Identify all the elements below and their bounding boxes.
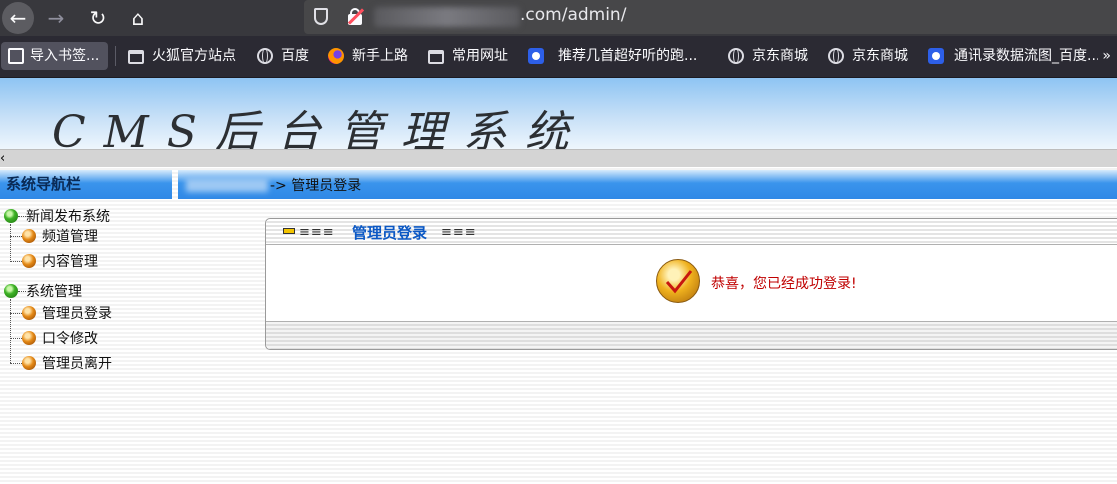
bookmark-label: 常用网址 [452,48,508,64]
banner: CMS后台管理系统 [0,78,1117,158]
tree-item-logout[interactable]: 管理员离开 [10,353,112,375]
redacted-breadcrumb [186,178,268,192]
forward-arrow-icon[interactable]: → [40,2,72,34]
url-text[interactable]: .com/admin/ [520,5,626,25]
page-content: CMS后台管理系统 ‹ 系统导航栏 -> 管理员登录 新闻发布系统 频道管理 内… [0,78,1117,484]
scroll-left-icon[interactable]: ‹ [0,151,10,166]
breadcrumb-current: 管理员登录 [291,178,362,194]
firefox-icon [328,48,344,64]
bookmark-item[interactable]: 推荐几首超好听的跑... [528,42,697,70]
address-bar[interactable]: .com/admin/ [304,0,1117,34]
import-icon [8,48,24,64]
bookmark-import[interactable]: 导入书签... [1,42,108,70]
separator [115,46,116,66]
bookmark-item[interactable]: 百度 [257,42,309,70]
globe-icon [257,48,273,64]
tree-item-password[interactable]: 口令修改 [10,328,98,350]
horizontal-scrollbar[interactable]: ‹ [0,149,1117,167]
tree-item-label: 频道管理 [42,229,98,245]
tree-item-admin-login[interactable]: 管理员登录 [10,303,112,325]
tree-item-label: 内容管理 [42,254,98,270]
bookmark-label: 京东商城 [852,48,908,64]
reload-icon[interactable]: ↻ [82,2,114,34]
orange-node-icon [22,331,36,345]
breadcrumb: -> 管理员登录 [178,170,1117,199]
panel-decor-right: ≡≡≡ [441,225,477,240]
orange-node-icon [22,306,36,320]
bookmark-label: 导入书签... [30,48,100,64]
bookmark-label: 推荐几首超好听的跑... [558,48,698,64]
success-message: 恭喜，您已经成功登录! [711,276,857,292]
bookmark-label: 火狐官方站点 [152,48,236,64]
back-arrow-icon[interactable]: ← [2,2,34,34]
bookmark-label: 通讯录数据流图_百度... [954,48,1098,64]
folder-icon [428,50,444,64]
orange-node-icon [22,229,36,243]
globe-icon [728,48,744,64]
bookmark-item[interactable]: 新手上路 [328,42,408,70]
tree-item-channel[interactable]: 频道管理 [10,226,98,248]
folder-icon [128,50,144,64]
breadcrumb-arrow: -> [270,178,287,194]
baidu-icon [928,48,944,64]
bookmark-item[interactable]: 京东商城 [828,42,908,70]
bookmark-item[interactable]: 通讯录数据流图_百度... [928,42,1098,70]
bookmark-label: 京东商城 [752,48,808,64]
panel-marker-icon [283,228,295,234]
breadcrumb-text: -> 管理员登录 [270,175,361,195]
insecure-lock-icon[interactable] [347,8,365,25]
tracking-shield-icon[interactable] [314,8,328,25]
bookmark-item[interactable]: 常用网址 [428,42,508,70]
globe-icon [828,48,844,64]
panel-header: ≡≡≡ 管理员登录 ≡≡≡ [266,219,1117,245]
redacted-host [374,7,520,27]
home-icon[interactable]: ⌂ [122,2,154,34]
bookmark-item[interactable]: 京东商城 [728,42,808,70]
more-bookmarks-icon[interactable]: » [1102,48,1111,64]
bookmark-label: 百度 [281,48,309,64]
tree-item-label: 管理员登录 [42,306,112,322]
success-check-icon [656,259,700,303]
baidu-icon [528,48,544,64]
nav-header: 系统导航栏 [0,170,172,199]
bookmark-item[interactable]: 火狐官方站点 [128,42,236,70]
tree-item-content[interactable]: 内容管理 [10,251,98,273]
green-node-icon [4,284,18,298]
tree-node-system[interactable]: 系统管理 [4,281,82,301]
panel-title: 管理员登录 [352,224,428,242]
browser-toolbar: ← → ↻ ⌂ .com/admin/ [0,0,1117,36]
bookmarks-bar: 导入书签... 火狐官方站点 百度 新手上路 常用网址 推荐几首超好听的跑...… [0,36,1117,78]
panel-footer [266,321,1117,349]
panel-decor-left: ≡≡≡ [299,225,335,240]
tree-node-label: 系统管理 [26,284,82,300]
bookmark-label: 新手上路 [352,48,408,64]
tree-node-news[interactable]: 新闻发布系统 [4,206,110,226]
orange-node-icon [22,356,36,370]
orange-node-icon [22,254,36,268]
login-panel: ≡≡≡ 管理员登录 ≡≡≡ 恭喜，您已经成功登录! [265,218,1117,350]
green-node-icon [4,209,18,223]
tree-node-label: 新闻发布系统 [26,209,110,225]
tree-item-label: 管理员离开 [42,356,112,372]
tree-item-label: 口令修改 [42,331,98,347]
